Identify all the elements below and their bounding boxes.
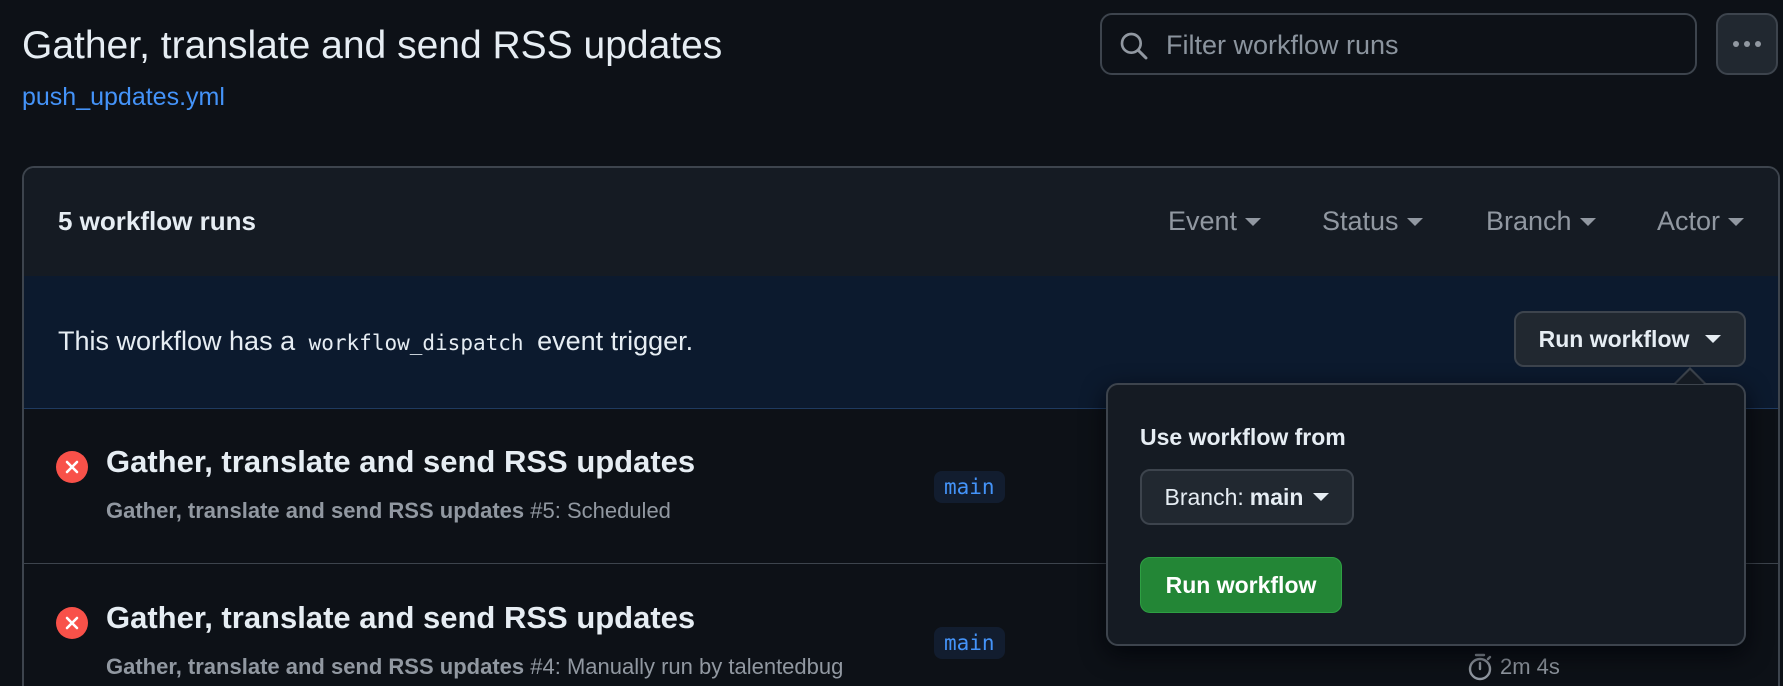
workflow-file-link[interactable]: push_updates.yml [22,83,225,112]
run-title[interactable]: Gather, translate and send RSS updates [106,444,695,480]
more-options-button[interactable] [1716,13,1778,75]
dispatch-code: workflow_dispatch [308,331,524,355]
branch-tag[interactable]: main [934,627,1005,659]
branch-select-prefix: Branch: [1164,483,1244,510]
run-subtitle: Gather, translate and send RSS updates #… [106,654,843,680]
run-workflow-submit-button[interactable]: Run workflow [1140,557,1342,613]
stopwatch-icon [1468,653,1492,681]
branch-select-button[interactable]: Branch: main [1140,469,1354,525]
run-detail: #5: Scheduled [530,498,671,523]
run-workflow-name: Gather, translate and send RSS updates [106,654,525,679]
run-duration: 2m 4s [1466,652,1560,682]
dropdown-label: Use workflow from [1140,424,1346,450]
run-workflow-dropdown-button[interactable]: Run workflow [1514,311,1746,367]
dispatch-text: This workflow has a workflow_dispatch ev… [58,326,693,357]
x-circle-icon [56,451,88,483]
x-circle-icon [56,607,88,639]
duration-value: 2m 4s [1500,654,1560,679]
run-workflow-name: Gather, translate and send RSS updates [106,498,525,523]
branch-filter-label: Branch [1486,206,1572,236]
run-subtitle: Gather, translate and send RSS updates #… [106,498,671,524]
search-icon [1120,32,1148,60]
caret-down-icon [1579,217,1596,226]
caret-down-icon [1728,217,1745,226]
caret-down-icon [1313,493,1330,501]
run-detail: #4: Manually run by talentedbug [530,654,844,679]
dropdown-pointer-fill [1676,370,1704,384]
page-title: Gather, translate and send RSS updates [22,24,723,67]
caret-down-icon [1406,217,1423,226]
caret-down-icon [1245,217,1262,226]
run-workflow-dropdown: Use workflow from Branch: main Run workf… [1106,383,1746,646]
dispatch-suffix: event trigger. [537,326,694,356]
runs-count: 5 workflow runs [58,206,256,236]
actor-filter[interactable]: Actor [1657,206,1745,237]
event-filter[interactable]: Event [1168,206,1262,237]
caret-down-icon [1705,335,1722,343]
event-filter-label: Event [1168,206,1238,236]
dispatch-prefix: This workflow has a [58,326,296,356]
run-title[interactable]: Gather, translate and send RSS updates [106,600,695,636]
actor-filter-label: Actor [1657,206,1721,236]
status-filter-label: Status [1322,206,1399,236]
branch-tag[interactable]: main [934,471,1005,503]
runs-panel-header: 5 workflow runs Event Status Branch Acto… [24,168,1778,277]
run-workflow-label: Run workflow [1538,325,1690,352]
search-input[interactable] [1164,25,1688,65]
kebab-horizontal-icon [1733,41,1761,47]
branch-select-value: main [1249,483,1304,510]
status-filter[interactable]: Status [1322,206,1423,237]
filter-runs-search[interactable] [1100,13,1697,75]
branch-filter[interactable]: Branch [1486,206,1596,237]
